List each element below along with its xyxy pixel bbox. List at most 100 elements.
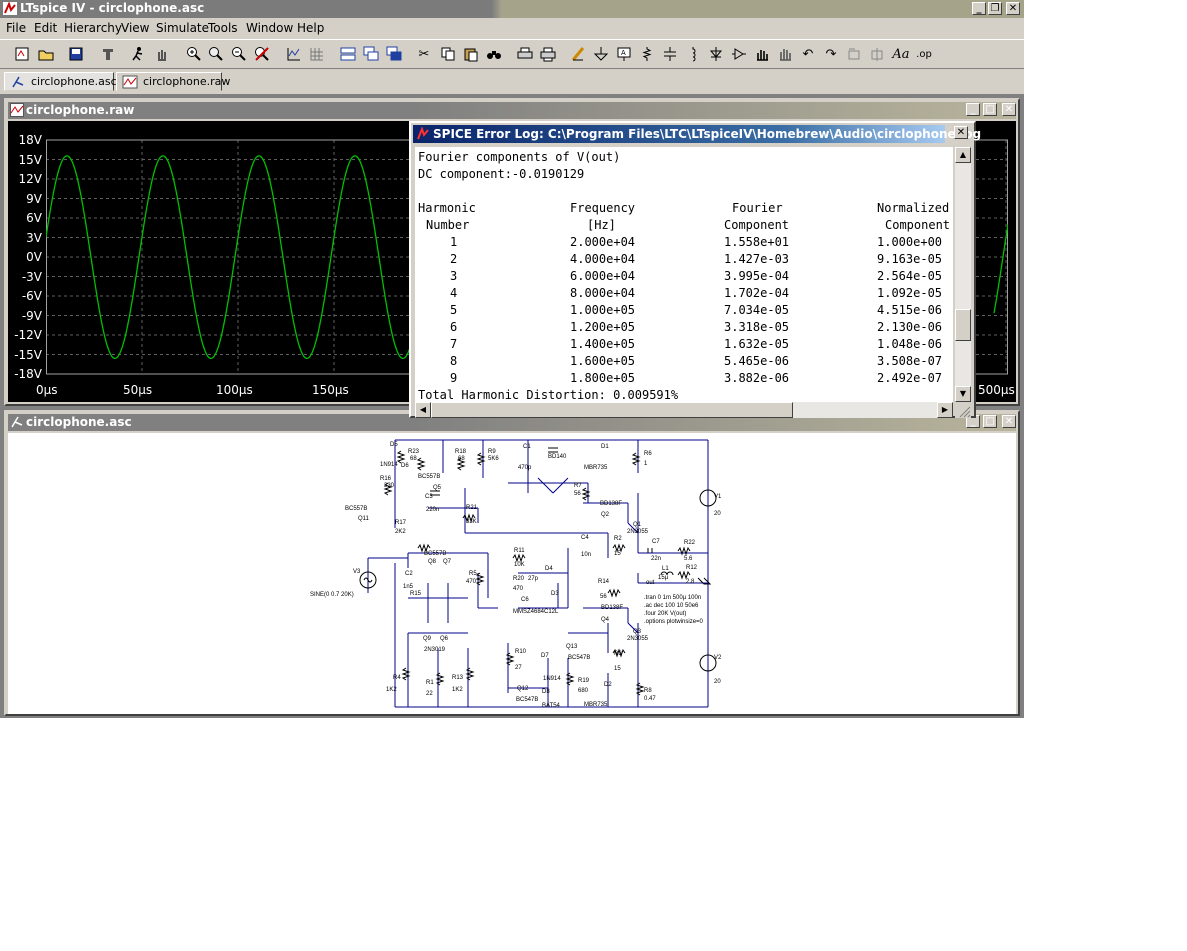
zoom-out-icon[interactable] [229, 44, 249, 64]
error-log-text[interactable]: Fourier components of V(out) DC componen… [415, 147, 953, 402]
svg-text:0.47: 0.47 [644, 696, 656, 702]
drag-icon[interactable] [775, 44, 795, 64]
autorange-icon[interactable] [284, 44, 304, 64]
mirror-icon[interactable] [867, 44, 887, 64]
hscroll-thumb[interactable] [431, 402, 793, 418]
scroll-up-button[interactable]: ▲ [955, 147, 971, 163]
svg-text:C6: C6 [521, 597, 529, 603]
scroll-right-button[interactable]: ▶ [937, 402, 953, 418]
waveform-minimize-button[interactable]: _ [966, 103, 980, 116]
resistor-icon[interactable] [637, 44, 657, 64]
menu-view[interactable]: View [121, 21, 149, 35]
run-icon[interactable] [128, 44, 148, 64]
component-icon[interactable] [729, 44, 749, 64]
paste-icon[interactable] [461, 44, 481, 64]
schematic-canvas[interactable]: D5 R23 68 1N914 D6 R16 330 R18 68 R9 5K6 C1 470… [8, 433, 1016, 714]
new-schematic-icon[interactable] [12, 44, 32, 64]
copy-icon[interactable] [438, 44, 458, 64]
zoom-in-icon[interactable] [184, 44, 204, 64]
tile-horizontal-icon[interactable] [338, 44, 358, 64]
scroll-down-button[interactable]: ▼ [955, 386, 971, 402]
svg-text:BC557B: BC557B [418, 474, 440, 480]
svg-text:R8: R8 [644, 688, 652, 694]
svg-text:C7: C7 [652, 539, 660, 545]
scroll-thumb[interactable] [955, 309, 971, 341]
menu-help[interactable]: Help [297, 21, 324, 35]
text-icon[interactable]: Aa [891, 44, 911, 64]
error-log-hscrollbar[interactable]: ◀ ▶ [415, 402, 953, 418]
move-icon[interactable] [752, 44, 772, 64]
control-panel-icon[interactable] [98, 44, 118, 64]
svg-text:Q4: Q4 [601, 617, 610, 623]
tab-circlophone-asc[interactable]: circlophone.asc [4, 72, 117, 91]
zoom-fit-icon[interactable] [252, 44, 272, 64]
error-log-close-button[interactable]: ✕ [954, 126, 968, 139]
svg-text:Q8: Q8 [428, 559, 437, 565]
svg-text:1K2: 1K2 [452, 687, 463, 693]
svg-text:V3: V3 [353, 569, 361, 575]
waveform-window-titlebar[interactable]: circlophone.raw _ □ ✕ [8, 102, 1016, 119]
spice-error-log-window[interactable]: SPICE Error Log: C:\Program Files\LTC\LT… [409, 121, 981, 418]
schematic-window[interactable]: circlophone.asc _ □ ✕ D5 R23 68 1N914 D6… [4, 410, 1020, 716]
menu-simulate[interactable]: Simulate [156, 21, 209, 35]
open-icon[interactable] [36, 44, 56, 64]
fourier-cell: 1.702e-04 [724, 286, 790, 300]
schematic-tab-icon [12, 76, 24, 88]
cut-icon[interactable]: ✂ [414, 44, 434, 64]
svg-text:220n: 220n [426, 507, 439, 513]
scroll-left-button[interactable]: ◀ [415, 402, 431, 418]
zoom-area-icon[interactable] [206, 44, 226, 64]
waveform-maximize-button[interactable]: □ [983, 103, 997, 116]
find-icon[interactable] [484, 44, 504, 64]
waveform-window-title: circlophone.raw [26, 103, 135, 117]
fourier-cell: 4 [450, 286, 458, 300]
schematic-close-button[interactable]: ✕ [1002, 415, 1016, 428]
menu-tools[interactable]: Tools [208, 21, 238, 35]
app-title: LTspice IV - circlophone.asc [20, 1, 205, 15]
svg-text:R17: R17 [395, 520, 407, 526]
app-titlebar[interactable]: LTspice IV - circlophone.asc _ ❐ ✕ [0, 0, 1024, 18]
menu-hierarchy[interactable]: Hierarchy [64, 21, 122, 35]
redo-icon[interactable]: ↷ [821, 44, 841, 64]
svg-text:R18: R18 [455, 449, 467, 455]
capacitor-icon[interactable] [660, 44, 680, 64]
menu-file[interactable]: File [6, 21, 26, 35]
cascade-icon[interactable] [361, 44, 381, 64]
menu-window[interactable]: Window [246, 21, 293, 35]
fourier-cell: 1.800e+05 [570, 371, 636, 385]
label-net-icon[interactable]: A [614, 44, 634, 64]
inductor-icon[interactable] [683, 44, 703, 64]
rotate-icon[interactable] [844, 44, 864, 64]
error-log-titlebar[interactable]: SPICE Error Log: C:\Program Files\LTC\LT… [413, 125, 981, 143]
svg-text:BD140: BD140 [548, 454, 567, 460]
tab-circlophone-raw[interactable]: circlophone.raw [116, 72, 230, 91]
menu-edit[interactable]: Edit [34, 21, 57, 35]
fourier-cell: 1.558e+01 [724, 235, 790, 249]
minimize-button[interactable]: _ [972, 2, 986, 15]
y-tick-label: -12V [14, 328, 42, 342]
save-icon[interactable] [66, 44, 86, 64]
spice-directive-icon[interactable]: .op [914, 44, 934, 64]
svg-text:R13: R13 [452, 675, 464, 681]
error-log-vscrollbar[interactable]: ▲ ▼ [955, 147, 971, 402]
svg-text:Q9: Q9 [423, 636, 432, 642]
undo-icon[interactable]: ↶ [798, 44, 818, 64]
print-icon[interactable] [538, 44, 558, 64]
ground-icon[interactable] [591, 44, 611, 64]
grid-icon[interactable] [307, 44, 327, 64]
subheader-number: Number [426, 218, 470, 232]
print-setup-icon[interactable] [515, 44, 535, 64]
close-button[interactable]: ✕ [1006, 2, 1020, 15]
svg-text:R9: R9 [488, 449, 496, 455]
schematic-maximize-button[interactable]: □ [983, 415, 997, 428]
svg-text:R7: R7 [574, 483, 582, 489]
restore-button[interactable]: ❐ [988, 2, 1002, 15]
svg-text:1N914: 1N914 [543, 676, 561, 682]
tile-vertical-icon[interactable] [384, 44, 404, 64]
size-grip[interactable] [955, 402, 971, 418]
svg-text:R15: R15 [410, 591, 422, 597]
diode-icon[interactable] [706, 44, 726, 64]
pan-icon[interactable] [152, 44, 172, 64]
waveform-close-button[interactable]: ✕ [1002, 103, 1016, 116]
draw-wire-icon[interactable] [568, 44, 588, 64]
